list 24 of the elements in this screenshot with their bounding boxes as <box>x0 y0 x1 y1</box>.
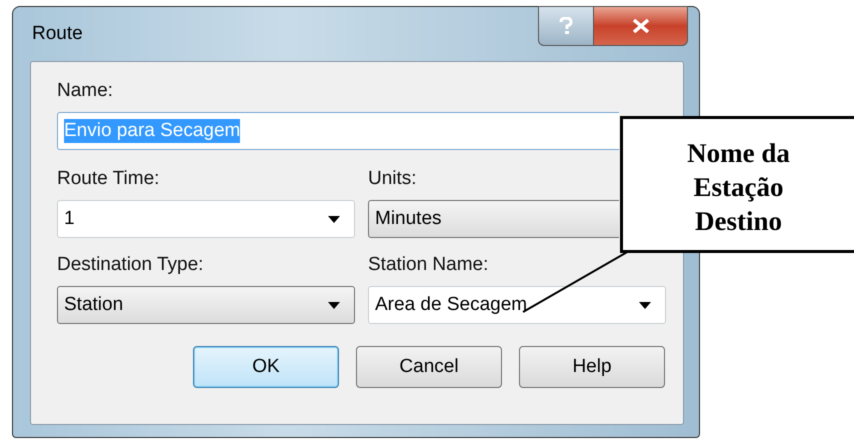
field-label: Destination Type: <box>57 253 204 277</box>
dropdown-field[interactable]: Area de Secagem <box>368 286 666 324</box>
window-title: Route <box>32 23 83 45</box>
callout-text: Estação <box>694 170 784 204</box>
dropdown-field[interactable]: 1 <box>57 200 355 238</box>
field-label: Name: <box>57 79 114 103</box>
field-label: Units: <box>368 167 418 191</box>
dropdown-arrow-icon <box>328 216 340 222</box>
callout-text: Destino <box>695 204 782 238</box>
field-label: Route Time: <box>57 167 160 191</box>
dropdown-arrow-icon <box>639 302 651 308</box>
dialog-button[interactable]: Cancel <box>356 346 502 388</box>
help-button[interactable] <box>538 6 594 46</box>
dialog-button[interactable]: OK <box>193 346 339 388</box>
close-icon <box>632 19 650 33</box>
dialog-button[interactable]: Help <box>519 346 665 388</box>
dropdown-field[interactable]: Minutes <box>368 200 619 238</box>
callout-text: Nome da <box>687 136 790 170</box>
close-button[interactable] <box>594 6 688 46</box>
field-label: Station Name: <box>368 253 490 277</box>
question-mark-icon <box>559 17 573 35</box>
dropdown-field[interactable]: Station <box>57 286 355 324</box>
dropdown-arrow-icon <box>328 302 340 308</box>
selected-text: Envio para Secagem <box>64 119 240 143</box>
